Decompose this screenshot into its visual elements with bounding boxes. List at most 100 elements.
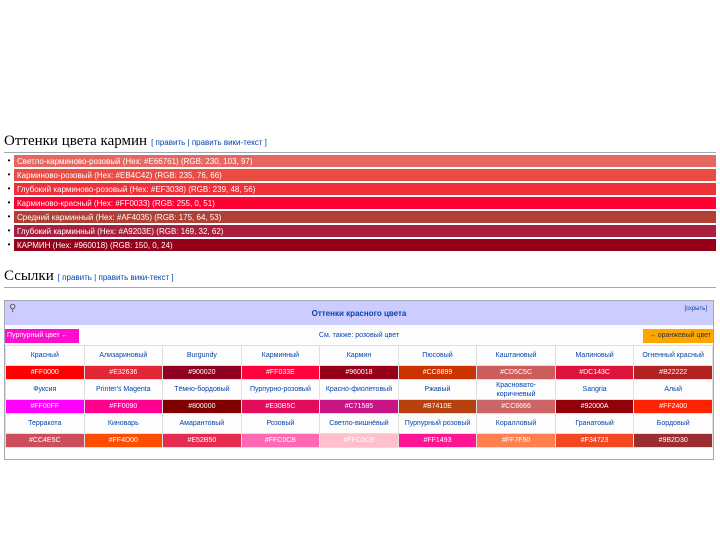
color-swatch-cell: #FF0000: [5, 365, 85, 380]
color-name-link[interactable]: Огненный красный: [633, 345, 713, 366]
swatch-label: Глубокий карминово-розовый (Hex: #EF3038…: [17, 184, 256, 194]
color-name-link[interactable]: Ализариновый: [83, 345, 164, 366]
color-swatch-cell: #FF1493: [397, 433, 478, 448]
navbox-title[interactable]: Оттенки красного цвета: [312, 309, 407, 318]
color-grid: Красный Ализариновый Burgundy Карминный Карм…: [5, 345, 713, 448]
swatch-label: КАРМИН (Hex: #960018) (RGB: 150, 0, 24): [17, 240, 173, 250]
color-name-link[interactable]: Пурпурно-розовый: [240, 379, 321, 400]
color-name-link[interactable]: Sangria: [554, 379, 635, 400]
color-swatch-cell: #E32636: [83, 365, 164, 380]
color-name-link[interactable]: Красновато-коричневый: [476, 379, 556, 400]
heading-divider: [4, 287, 716, 288]
bullet: •: [4, 225, 14, 237]
color-swatch-cell: #CC4E5C: [5, 433, 85, 448]
carmine-shades-list: • Светло-карминово-розовый (Hex: #E66761)…: [4, 155, 716, 253]
color-name-link[interactable]: Printer's Magenta: [83, 379, 164, 400]
color-hex-row: #CC4E5C #FF4D00 #E52B50 #FFC0CB #FFC0CB #FF14…: [5, 433, 713, 448]
bullet: •: [4, 239, 14, 251]
swatch-label: Светло-карминово-розовый (Hex: #E66761) …: [17, 156, 253, 166]
color-swatch-cell: #FFC0CB: [240, 433, 321, 448]
color-swatch-cell: #960018: [319, 365, 399, 380]
list-item: • Средний карминный (Hex: #AF4035) (RGB: …: [4, 211, 716, 223]
color-name-row: Терракота Киноварь Амарантовый Розовый Светл…: [5, 413, 713, 434]
color-name-link[interactable]: Красный: [5, 345, 85, 366]
bullet: •: [4, 211, 14, 223]
color-swatch-cell: #9B2D30: [633, 433, 713, 448]
color-hex-row: #FF00FF #FF0090 #800000 #E30B5C #C71585 #B741…: [5, 399, 713, 414]
color-swatch-cell: #FFC0CB: [319, 433, 399, 448]
section-heading-carmine: Оттенки цвета кармин [ править | править…: [4, 133, 267, 150]
edit-link[interactable]: [ править | править вики-текст ]: [151, 138, 267, 147]
color-name-link[interactable]: Бордовый: [633, 413, 713, 434]
color-swatch-cell: #DC143C: [554, 365, 635, 380]
color-swatch-cell: #800000: [162, 399, 242, 414]
color-name-link[interactable]: Фуксия: [5, 379, 85, 400]
color-name-link[interactable]: Кармин: [319, 345, 399, 366]
color-swatch-cell: #B22222: [633, 365, 713, 380]
navbox-red-shades: ⚲ Оттенки красного цвета [скрыть] Пурпур…: [4, 300, 714, 460]
color-swatch-cell: #FF4D00: [83, 433, 164, 448]
list-item: • Карминово-красный (Hex: #FF0033) (RGB: …: [4, 197, 716, 209]
bullet: •: [4, 183, 14, 195]
color-name-link[interactable]: Пюсовый: [397, 345, 478, 366]
color-name-link[interactable]: Алый: [633, 379, 713, 400]
color-swatch-cell: #B7410E: [397, 399, 478, 414]
color-name-link[interactable]: Амарантовый: [162, 413, 242, 434]
navbox-title-bar: ⚲ Оттенки красного цвета [скрыть]: [5, 301, 713, 325]
bullet: •: [4, 169, 14, 181]
color-swatch-cell: #E52B50: [162, 433, 242, 448]
list-item: • Светло-карминово-розовый (Hex: #E66761)…: [4, 155, 716, 167]
color-name-row: Фуксия Printer's Magenta Тёмно-бордовый Пур…: [5, 379, 713, 400]
list-item: • КАРМИН (Hex: #960018) (RGB: 150, 0, 24): [4, 239, 716, 251]
color-name-link[interactable]: Burgundy: [162, 345, 242, 366]
color-name-link[interactable]: Ржавый: [397, 379, 478, 400]
color-swatch-cell: #92000A: [554, 399, 635, 414]
color-name-link[interactable]: Гранатовый: [554, 413, 635, 434]
color-name-link[interactable]: Малиновый: [554, 345, 635, 366]
color-swatch-cell: #C71585: [319, 399, 399, 414]
color-swatch-cell: #FF00FF: [5, 399, 85, 414]
color-name-row: Красный Ализариновый Burgundy Карминный Карм…: [5, 345, 713, 366]
color-swatch-cell: #FF0090: [83, 399, 164, 414]
color-name-link[interactable]: Терракота: [5, 413, 85, 434]
bullet: •: [4, 197, 14, 209]
section-heading-links: Ссылки [ править | править вики-текст ]: [4, 268, 174, 285]
color-swatch-cell: #FF033E: [240, 365, 321, 380]
section-title: Оттенки цвета кармин: [4, 133, 148, 149]
color-swatch-cell: #CD5C5C: [476, 365, 556, 380]
color-swatch-cell: #E30B5C: [240, 399, 321, 414]
edit-section-links[interactable]: [ править | править вики-текст ]: [151, 138, 267, 147]
swatch-label: Карминово-розовый (Hex: #EB4C42) (RGB: 2…: [17, 170, 222, 180]
color-name-link[interactable]: Коралловый: [476, 413, 556, 434]
color-name-link[interactable]: Киноварь: [83, 413, 164, 434]
see-also-link[interactable]: См. также: розовый цвет: [5, 329, 713, 343]
color-name-link[interactable]: Розовый: [240, 413, 321, 434]
swatch-label: Глубокий карминный (Hex: #A9203E) (RGB: …: [17, 226, 224, 236]
edit-section-links[interactable]: [ править | править вики-текст ]: [58, 273, 174, 282]
navbox-hide-button[interactable]: [скрыть]: [685, 306, 707, 312]
list-item: • Глубокий карминово-розовый (Hex: #EF303…: [4, 183, 716, 195]
color-name-link[interactable]: Красно-фиолетовый: [319, 379, 399, 400]
color-swatch-cell: #CC6666: [476, 399, 556, 414]
color-swatch-cell: #FF2400: [633, 399, 713, 414]
edit-link[interactable]: [ править | править вики-текст ]: [58, 273, 174, 282]
color-name-link[interactable]: Пурпурный розовый: [397, 413, 478, 434]
color-hex-row: #FF0000 #E32636 #900020 #FF033E #960018 #CC88…: [5, 365, 713, 380]
color-swatch-cell: #900020: [162, 365, 242, 380]
see-also-bar: Пурпурный цвет ← См. также: розовый цвет…: [5, 329, 713, 343]
color-name-link[interactable]: Карминный: [240, 345, 321, 366]
list-item: • Глубокий карминный (Hex: #A9203E) (RGB:…: [4, 225, 716, 237]
section-title: Ссылки: [4, 268, 54, 284]
color-swatch-cell: #FF7F50: [476, 433, 556, 448]
color-name-link[interactable]: Светло-вишнёвый: [319, 413, 399, 434]
color-swatch-cell: #F34723: [554, 433, 635, 448]
swatch-label: Карминово-красный (Hex: #FF0033) (RGB: 2…: [17, 198, 215, 208]
color-swatch-cell: #CC8899: [397, 365, 478, 380]
next-color-link[interactable]: → оранжевый цвет: [643, 329, 713, 343]
bullet: •: [4, 155, 14, 167]
color-name-link[interactable]: Тёмно-бордовый: [162, 379, 242, 400]
swatch-label: Средний карминный (Hex: #AF4035) (RGB: 1…: [17, 212, 222, 222]
color-name-link[interactable]: Каштановый: [476, 345, 556, 366]
heading-divider: [4, 152, 716, 153]
list-item: • Карминово-розовый (Hex: #EB4C42) (RGB: …: [4, 169, 716, 181]
